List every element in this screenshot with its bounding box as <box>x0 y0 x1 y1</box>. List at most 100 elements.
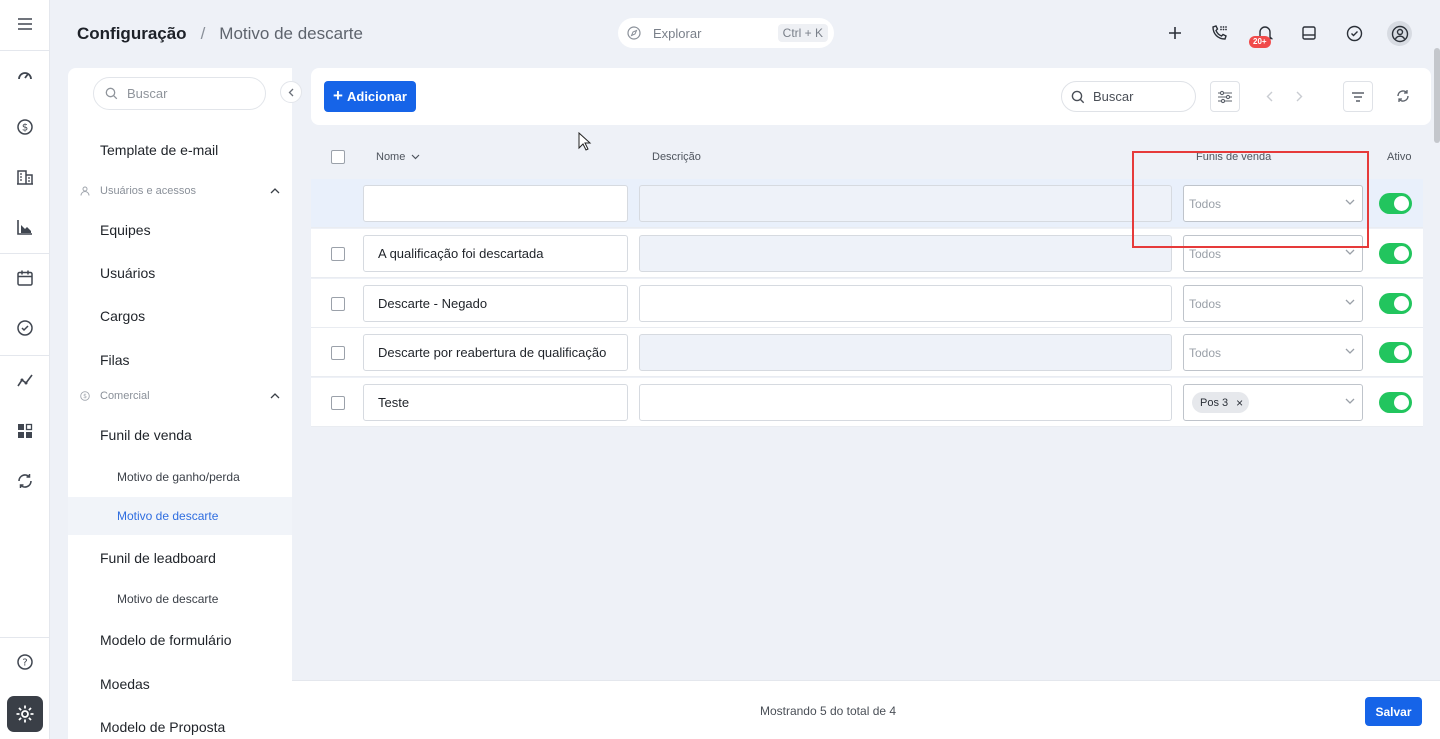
chevron-left-icon <box>288 88 294 96</box>
chevron-down-icon <box>1345 249 1355 255</box>
active-toggle[interactable] <box>1379 342 1412 363</box>
table-search-input[interactable] <box>1093 89 1188 104</box>
row-checkbox[interactable] <box>331 346 345 360</box>
explore-label: Explorar <box>653 25 702 41</box>
settings-gear-button[interactable] <box>7 696 43 732</box>
row-funnel-select[interactable]: Todos <box>1183 334 1363 371</box>
breadcrumb-root[interactable]: Configuração <box>77 24 187 44</box>
sidebar-item-motivo-ganho-perda[interactable]: Motivo de ganho/perda <box>117 470 240 484</box>
sidebar-item-cargos[interactable]: Cargos <box>100 308 145 324</box>
add-button[interactable]: + Adicionar <box>324 81 416 112</box>
inbox-icon[interactable] <box>1297 21 1321 45</box>
explore-search[interactable]: Explorar Ctrl + K <box>618 18 834 48</box>
sidebar-item-usuarios[interactable]: Usuários <box>100 265 155 281</box>
sidebar-group-comercial[interactable]: $ Comercial <box>80 390 280 402</box>
row-funnel-select[interactable]: Pos 3 × <box>1183 384 1363 421</box>
table-search[interactable] <box>1061 81 1196 112</box>
row-checkbox[interactable] <box>331 396 345 410</box>
active-toggle[interactable] <box>1379 243 1412 264</box>
sync-icon[interactable] <box>13 469 37 493</box>
rail-divider <box>0 253 50 254</box>
active-toggle[interactable] <box>1379 193 1412 214</box>
chevron-down-icon <box>411 154 420 160</box>
sidebar-search[interactable] <box>93 77 266 110</box>
column-header-name[interactable]: Nome <box>376 151 420 163</box>
save-button[interactable]: Salvar <box>1365 697 1422 726</box>
sidebar-group-users[interactable]: Usuários e acessos <box>80 185 280 197</box>
column-header-label: Ativo <box>1387 151 1412 163</box>
row-description-input[interactable] <box>639 334 1172 371</box>
next-page-button[interactable] <box>1290 87 1308 105</box>
row-funnel-select[interactable]: Todos <box>1183 285 1363 322</box>
new-funnel-select[interactable]: Todos <box>1183 185 1363 222</box>
calendar-icon[interactable] <box>13 266 37 290</box>
svg-text:$: $ <box>22 123 28 134</box>
widgets-icon[interactable] <box>13 419 37 443</box>
row-name-input[interactable] <box>363 235 628 272</box>
dollar-icon[interactable]: $ <box>13 115 37 139</box>
menu-icon[interactable] <box>13 12 37 36</box>
sidebar-item-funil-venda[interactable]: Funil de venda <box>100 427 192 443</box>
avatar[interactable] <box>1387 21 1412 46</box>
refresh-icon <box>1397 90 1409 102</box>
sidebar-search-input[interactable] <box>127 86 257 101</box>
chevron-left-icon <box>1266 91 1272 101</box>
sidebar-item-moedas[interactable]: Moedas <box>100 676 150 692</box>
row-funnel-select[interactable]: Todos <box>1183 235 1363 272</box>
check-circle-icon[interactable] <box>13 316 37 340</box>
row-name-input[interactable] <box>363 334 628 371</box>
funnel-tag: Pos 3 × <box>1192 392 1250 413</box>
chart-icon[interactable] <box>13 215 37 239</box>
plus-icon[interactable] <box>1163 21 1187 45</box>
sliders-icon <box>1218 90 1232 103</box>
sidebar-item-template-email[interactable]: Template de e-mail <box>100 142 218 158</box>
scrollbar[interactable] <box>1434 48 1440 143</box>
main-toolbar: + Adicionar <box>311 68 1431 125</box>
row-name-input[interactable] <box>363 384 628 421</box>
chevron-up-icon <box>270 393 280 399</box>
filter-button[interactable] <box>1343 81 1373 112</box>
select-all-checkbox[interactable] <box>331 150 345 164</box>
row-name-input[interactable] <box>363 285 628 322</box>
new-name-input[interactable] <box>363 185 628 222</box>
sidebar-item-filas[interactable]: Filas <box>100 352 130 368</box>
app-rail: $ ? <box>0 0 50 739</box>
row-description-input[interactable] <box>639 384 1172 421</box>
column-header-description: Descrição <box>652 151 701 163</box>
refresh-button[interactable] <box>1394 87 1412 105</box>
chevron-right-icon <box>1296 91 1302 101</box>
column-header-label: Nome <box>376 151 406 163</box>
building-icon[interactable] <box>13 165 37 189</box>
table-row-new: Todos <box>311 179 1423 228</box>
column-header-label: Descrição <box>652 151 701 163</box>
filter-lines-icon <box>1352 91 1364 102</box>
sidebar-item-modelo-proposta[interactable]: Modelo de Proposta <box>100 719 225 735</box>
remove-tag-icon[interactable]: × <box>1236 396 1243 410</box>
rail-divider <box>0 50 50 51</box>
row-description-input[interactable] <box>639 235 1172 272</box>
dollar-small-icon: $ <box>80 391 90 401</box>
active-toggle[interactable] <box>1379 392 1412 413</box>
new-description-input[interactable] <box>639 185 1172 222</box>
dashboard-icon[interactable] <box>13 63 37 87</box>
row-description-input[interactable] <box>639 285 1172 322</box>
sidebar-item-equipes[interactable]: Equipes <box>100 222 151 238</box>
sidebar-collapse-button[interactable] <box>280 81 302 103</box>
user-small-icon <box>80 186 90 196</box>
svg-text:$: $ <box>83 393 87 400</box>
row-checkbox[interactable] <box>331 297 345 311</box>
sidebar-item-motivo-descarte[interactable]: Motivo de descarte <box>117 509 218 523</box>
active-toggle[interactable] <box>1379 293 1412 314</box>
help-icon[interactable]: ? <box>13 650 37 674</box>
table-row: Todos <box>311 279 1423 328</box>
trend-icon[interactable] <box>13 368 37 392</box>
column-settings-button[interactable] <box>1210 81 1240 112</box>
sidebar-item-funil-leadboard[interactable]: Funil de leadboard <box>100 550 216 566</box>
sidebar-item-motivo-descarte-leadboard[interactable]: Motivo de descarte <box>117 592 218 606</box>
row-checkbox[interactable] <box>331 247 345 261</box>
prev-page-button[interactable] <box>1260 87 1278 105</box>
column-header-active: Ativo <box>1387 151 1411 163</box>
sidebar-item-modelo-formulario[interactable]: Modelo de formulário <box>100 632 232 648</box>
task-check-icon[interactable] <box>1342 21 1366 45</box>
phone-dialpad-icon[interactable] <box>1207 21 1231 45</box>
